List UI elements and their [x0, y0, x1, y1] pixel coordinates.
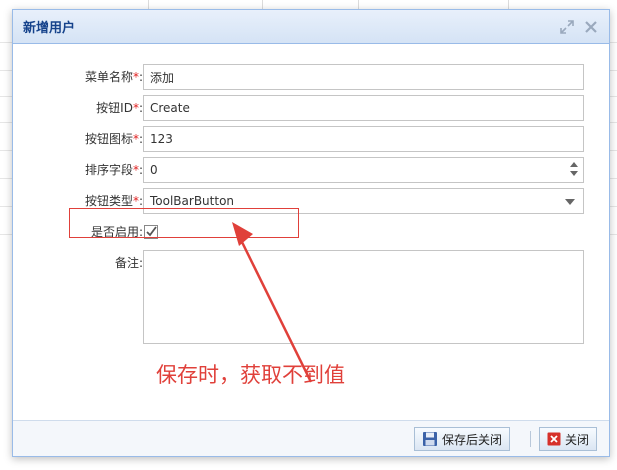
button-id-label: 按钮ID*: — [96, 95, 143, 121]
add-user-dialog: 新增用户 菜单名称*: 按钮ID*: 按钮图标*: 排 — [12, 9, 610, 457]
button-type-label-text: 按钮类型 — [84, 194, 133, 208]
spinner-icon[interactable] — [569, 160, 579, 178]
sort-field-wrapper — [143, 157, 584, 183]
button-icon-label-text: 按钮图标 — [84, 132, 133, 146]
close-label: 关闭 — [565, 432, 590, 447]
button-id-label-text: 按钮ID — [96, 101, 133, 115]
button-icon-label: 按钮图标*: — [85, 126, 143, 152]
menu-name-label-text: 菜单名称 — [84, 70, 133, 84]
save-and-close-label: 保存后关闭 — [442, 432, 503, 447]
dialog-title: 新增用户 — [23, 21, 76, 36]
menu-name-label: 菜单名称*: — [85, 64, 143, 90]
sort-field-input[interactable] — [143, 157, 584, 183]
close-x-icon — [547, 432, 561, 446]
save-and-close-button[interactable]: 保存后关闭 — [414, 427, 511, 451]
dialog-titlebar[interactable]: 新增用户 — [13, 10, 609, 44]
button-type-selected: ToolBarButton — [150, 194, 235, 208]
remark-textarea[interactable] — [143, 250, 584, 344]
button-icon-input[interactable] — [143, 126, 584, 152]
remark-label: 备注: — [115, 250, 143, 276]
sort-field-label-text: 排序字段 — [84, 163, 133, 177]
chevron-down-icon[interactable] — [565, 199, 575, 205]
button-id-input[interactable] — [143, 95, 584, 121]
floppy-icon — [423, 432, 437, 446]
close-button[interactable]: 关闭 — [539, 427, 598, 451]
footer-divider — [530, 431, 531, 447]
close-icon[interactable] — [583, 19, 599, 35]
dialog-footer: 保存后关闭 关闭 — [13, 420, 609, 456]
annotation-text: 保存时，获取不到值 — [156, 363, 345, 387]
remark-label-text: 备注 — [114, 256, 139, 270]
sort-field-label: 排序字段*: — [85, 157, 143, 183]
menu-name-input[interactable] — [143, 64, 584, 90]
maximize-icon[interactable] — [559, 19, 575, 35]
annotation-highlight-box — [69, 208, 299, 238]
